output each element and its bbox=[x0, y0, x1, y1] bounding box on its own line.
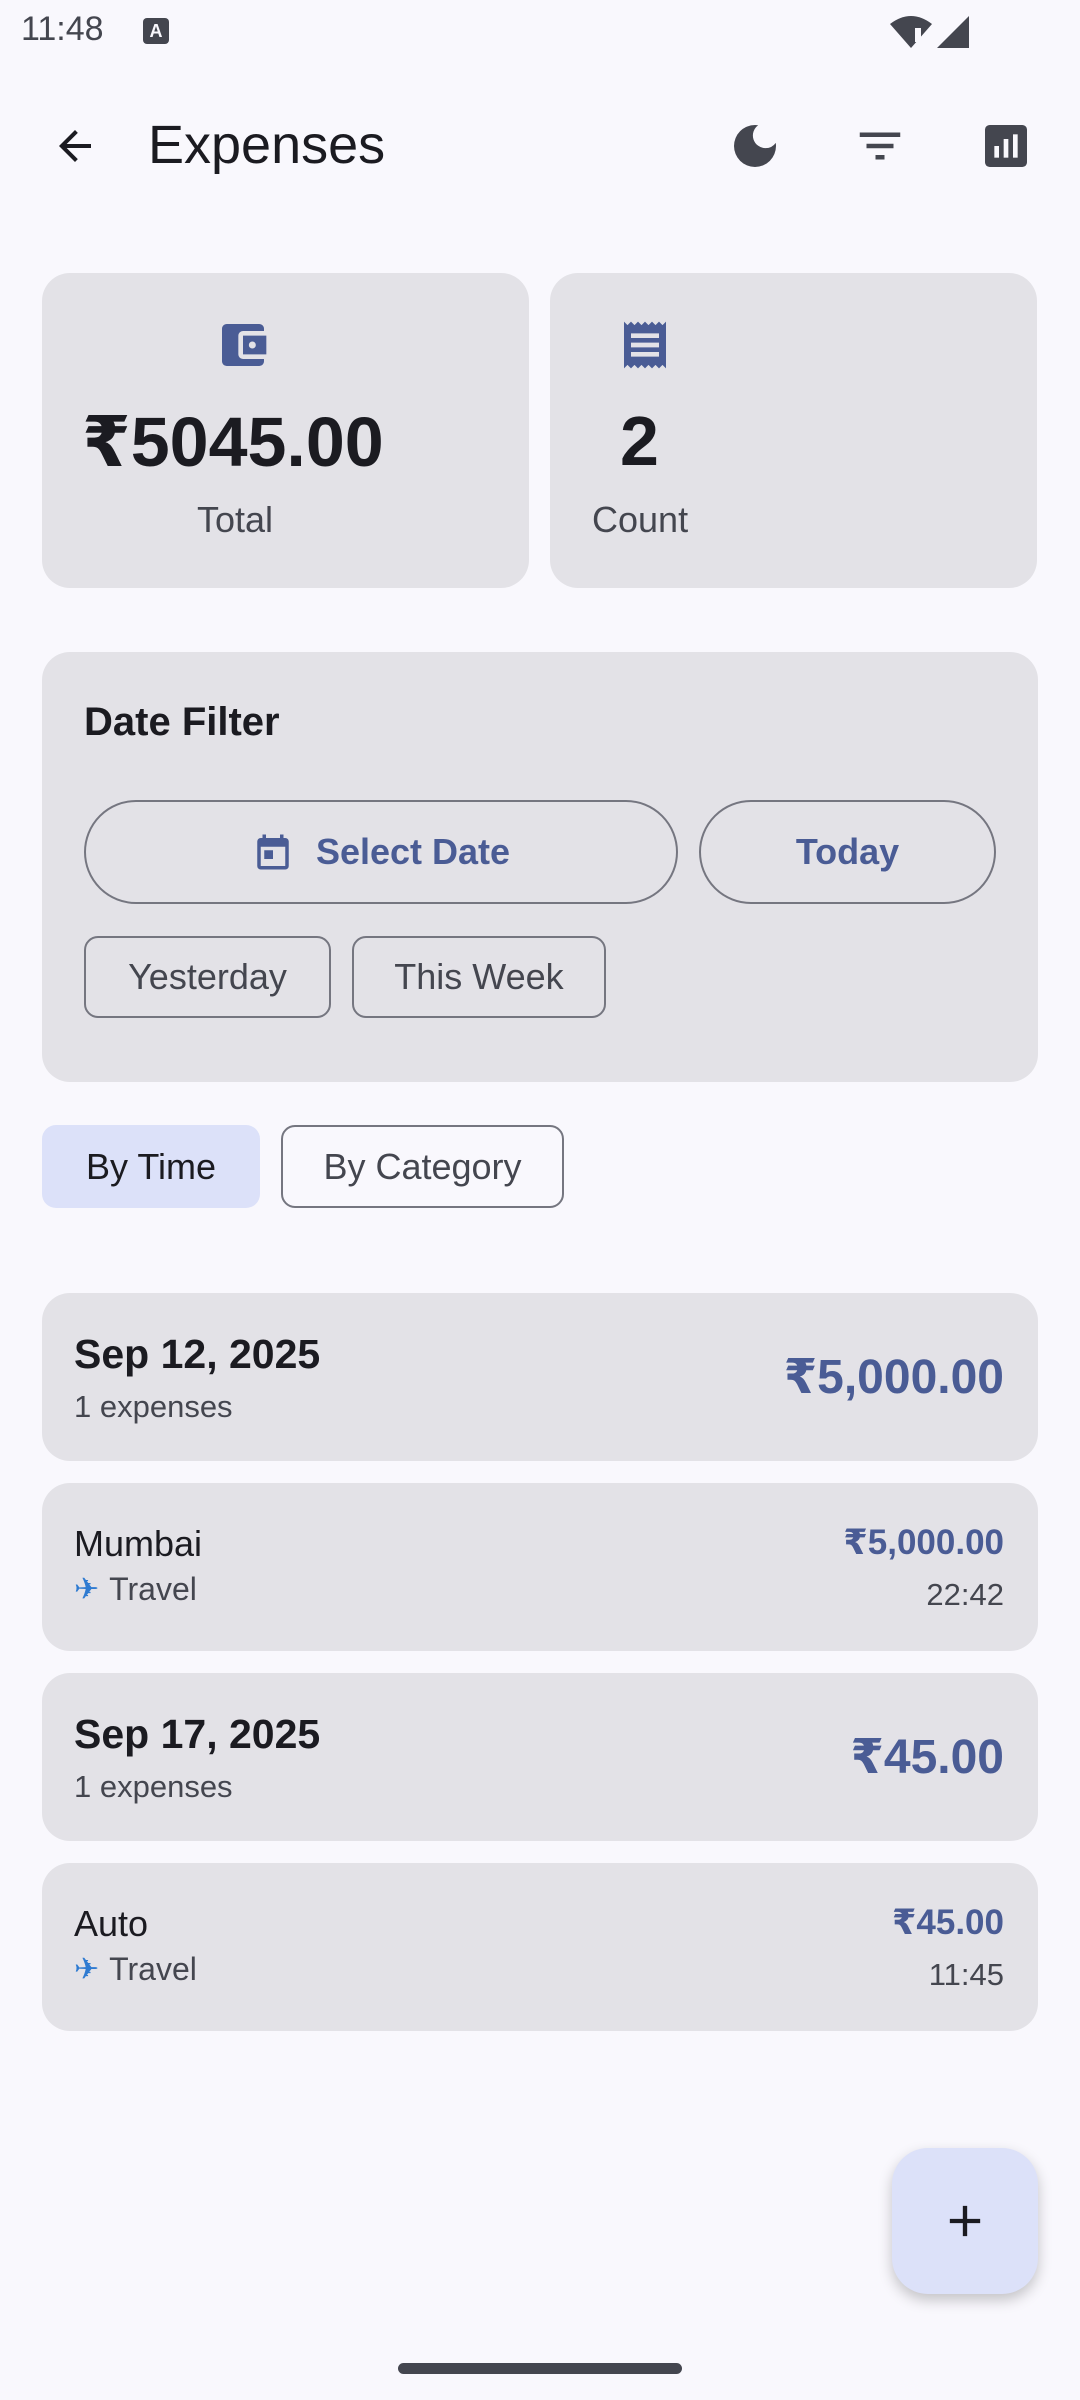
total-value: ₹5045.00 bbox=[82, 403, 384, 481]
dark-mode-button[interactable] bbox=[715, 106, 795, 186]
expense-name: Auto bbox=[74, 1903, 149, 1944]
group-total: ₹45.00 bbox=[850, 1731, 1004, 1784]
expense-item[interactable]: Mumbai ✈ Travel ₹5,000.00 22:42 bbox=[42, 1483, 1038, 1651]
expenses-screen: 11:48 A Expenses ₹5045.00 Total 2 Count … bbox=[0, 0, 1080, 2400]
group-date: Sep 12, 2025 bbox=[74, 1331, 321, 1377]
expense-item[interactable]: Auto ✈ Travel ₹45.00 11:45 bbox=[42, 1863, 1038, 2031]
receipt-icon bbox=[624, 321, 666, 369]
select-date-button[interactable]: Select Date bbox=[84, 800, 678, 904]
status-time: 11:48 bbox=[21, 10, 104, 48]
group-count: 1 expenses bbox=[74, 1389, 233, 1424]
expense-time: 11:45 bbox=[928, 1957, 1004, 1992]
expense-category: ✈ Travel bbox=[74, 1571, 197, 1608]
calendar-icon bbox=[257, 834, 289, 870]
page-title: Expenses bbox=[148, 115, 386, 175]
notification-a-icon: A bbox=[143, 18, 169, 44]
expense-name: Mumbai bbox=[74, 1523, 203, 1564]
date-filter-title: Date Filter bbox=[84, 700, 280, 744]
expense-category-label: Travel bbox=[109, 1571, 197, 1607]
total-card: ₹5045.00 Total bbox=[42, 273, 529, 588]
expense-amount: ₹5,000.00 bbox=[843, 1523, 1004, 1562]
airplane-icon: ✈ bbox=[74, 1953, 100, 1986]
date-filter-card: Date Filter Select Date Today Yesterday … bbox=[42, 652, 1038, 1082]
date-group-header[interactable]: Sep 12, 2025 1 expenses ₹5,000.00 bbox=[42, 1293, 1038, 1461]
add-expense-button[interactable] bbox=[892, 2148, 1038, 2294]
analytics-button[interactable] bbox=[966, 106, 1046, 186]
yesterday-chip[interactable]: Yesterday bbox=[84, 936, 331, 1018]
plus-icon bbox=[949, 2205, 981, 2237]
expense-category: ✈ Travel bbox=[74, 1951, 197, 1988]
expense-category-label: Travel bbox=[109, 1951, 197, 1987]
airplane-icon: ✈ bbox=[74, 1573, 100, 1606]
by-time-toggle[interactable]: By Time bbox=[42, 1125, 260, 1208]
filter-icon bbox=[859, 132, 901, 160]
top-app-bar: Expenses bbox=[0, 96, 1080, 196]
expense-time: 22:42 bbox=[926, 1577, 1004, 1612]
signal-icon bbox=[937, 16, 969, 48]
group-count: 1 expenses bbox=[74, 1769, 233, 1804]
status-bar: 11:48 A bbox=[0, 0, 1080, 64]
home-indicator[interactable] bbox=[398, 2363, 682, 2374]
filter-button[interactable] bbox=[840, 106, 920, 186]
date-group-header[interactable]: Sep 17, 2025 1 expenses ₹45.00 bbox=[42, 1673, 1038, 1841]
back-arrow-icon bbox=[59, 130, 91, 162]
select-date-label: Select Date bbox=[315, 831, 511, 872]
today-button[interactable]: Today bbox=[699, 800, 996, 904]
moon-icon bbox=[734, 125, 776, 167]
by-category-toggle[interactable]: By Category bbox=[281, 1125, 564, 1208]
total-label: Total bbox=[197, 499, 274, 540]
count-value: 2 bbox=[620, 402, 659, 480]
bar-chart-icon bbox=[985, 125, 1027, 167]
wifi-icon bbox=[890, 16, 932, 49]
group-date: Sep 17, 2025 bbox=[74, 1711, 321, 1757]
expense-amount: ₹45.00 bbox=[892, 1903, 1004, 1942]
count-card: 2 Count bbox=[550, 273, 1037, 588]
group-total: ₹5,000.00 bbox=[783, 1351, 1004, 1404]
back-button[interactable] bbox=[35, 106, 115, 186]
count-label: Count bbox=[592, 499, 689, 540]
wallet-icon bbox=[222, 324, 267, 366]
this-week-chip[interactable]: This Week bbox=[352, 936, 606, 1018]
